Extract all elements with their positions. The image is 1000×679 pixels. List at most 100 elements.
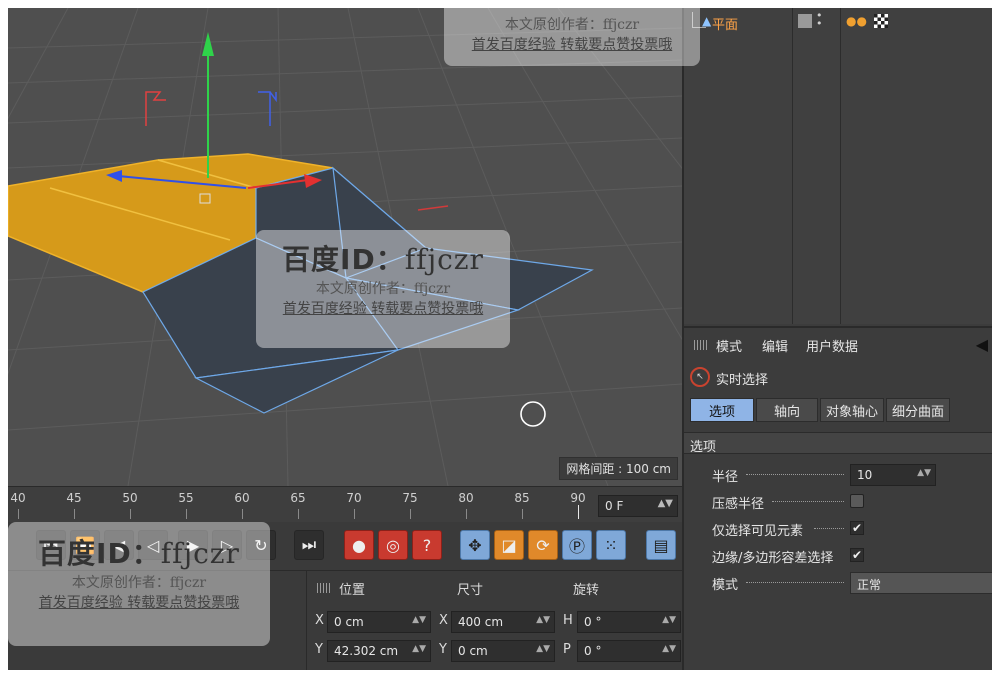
visible-only-checkbox[interactable]: ✔ — [850, 521, 864, 535]
mode-dropdown[interactable]: 正常 — [850, 572, 992, 594]
timeline[interactable]: 40 45 50 55 60 65 70 75 80 85 90 0 F ▲▼ — [8, 486, 682, 522]
tab-subdivision-surface[interactable]: 细分曲面 — [886, 398, 950, 422]
end-frame-field[interactable]: 0 F ▲▼ — [598, 495, 678, 517]
column-divider — [840, 8, 841, 324]
timeline-ruler[interactable]: 40 45 50 55 60 65 70 75 80 85 90 — [8, 487, 593, 523]
timeline-tick: 85 — [514, 491, 530, 505]
panel-grip-icon[interactable] — [694, 340, 708, 350]
spinner-icon[interactable]: ▲▼ — [917, 468, 931, 478]
key-point-level-icon[interactable]: ⁙ — [596, 530, 626, 560]
watermark-prefix: 百度ID： — [282, 243, 405, 276]
rot-p-field[interactable]: 0 ° ▲▼ — [577, 640, 681, 662]
record-keys-icon[interactable]: ● — [344, 530, 374, 560]
mode-label: 模式 — [712, 578, 739, 593]
cinema4d-window: 网格间距 : 100 cm 40 45 50 55 60 65 70 75 80… — [8, 8, 992, 670]
live-selection-icon: ↖ — [690, 367, 710, 387]
pos-y-label: Y — [315, 642, 323, 657]
column-divider — [792, 8, 793, 324]
right-panels: ▲ 平面 • • ●● 模式 编辑 用户数据 ◀ ↖ 实时选择 选项 轴向 对象… — [682, 8, 992, 670]
timeline-tick: 70 — [346, 491, 362, 505]
leader-dots — [814, 528, 844, 529]
auto-key-icon[interactable]: ◎ — [378, 530, 408, 560]
spinner-icon[interactable]: ▲▼ — [412, 615, 426, 625]
watermark-source: 首发百度经验 转载要点赞投票哦 — [282, 301, 484, 317]
tolerance-select-checkbox[interactable]: ✔ — [850, 548, 864, 562]
size-x-field[interactable]: 400 cm ▲▼ — [451, 611, 555, 633]
selection-brush-cursor — [520, 401, 546, 427]
object-manager[interactable]: ▲ 平面 • • ●● — [684, 8, 992, 324]
playhead[interactable] — [578, 505, 579, 519]
coordinate-manager: 位置 尺寸 旋转 X 0 cm ▲▼ X 400 cm ▲▼ H 0 ° ▲▼ Y 4… — [306, 570, 682, 670]
timeline-icon[interactable]: ▤ — [646, 530, 676, 560]
watermark-id: ffjczr — [160, 537, 240, 570]
size-y-label: Y — [439, 642, 447, 657]
timeline-tick: 60 — [234, 491, 250, 505]
pos-x-value: 0 cm — [334, 615, 364, 629]
spinner-icon[interactable]: ▲▼ — [536, 615, 550, 625]
watermark-title: 百度ID：ffjczr — [256, 238, 510, 278]
end-frame-value: 0 F — [605, 499, 624, 513]
attribute-manager: 模式 编辑 用户数据 ◀ ↖ 实时选择 选项 轴向 对象轴心 细分曲面 选项 半… — [684, 326, 992, 670]
leader-dots — [746, 474, 844, 475]
param-pressure-radius: 压感半径 — [684, 489, 992, 515]
menu-edit[interactable]: 编辑 — [762, 336, 788, 355]
tab-options[interactable]: 选项 — [690, 398, 754, 422]
watermark: 百度ID：ffjczr 本文原创作者：ffjczr 首发百度经验 转载要点赞投票… — [8, 522, 270, 646]
menu-user-data[interactable]: 用户数据 — [806, 336, 858, 355]
keyframe-selection-icon[interactable]: ? — [412, 530, 442, 560]
phong-tag-icon[interactable]: ●● — [846, 14, 867, 28]
tolerance-select-label: 边缘/多边形容差选择 — [712, 551, 834, 566]
key-position-icon[interactable]: ✥ — [460, 530, 490, 560]
size-header: 尺寸 — [457, 583, 484, 598]
visibility-dots-icon[interactable]: • • — [816, 10, 823, 29]
leader-dots — [772, 501, 844, 502]
tab-object-axis[interactable]: 对象轴心 — [820, 398, 884, 422]
pos-y-value: 42.302 cm — [334, 644, 399, 658]
tick-mark — [18, 509, 19, 519]
menu-mode[interactable]: 模式 — [716, 336, 742, 355]
key-rotation-icon[interactable]: ⟳ — [528, 530, 558, 560]
param-radius: 半径 10 ▲▼ — [684, 462, 992, 488]
watermark-title: 百度ID：ffjczr — [8, 532, 270, 572]
watermark-source: 首发百度经验 转载要点赞投票哦 — [471, 37, 673, 53]
back-arrow-icon[interactable]: ◀ — [976, 335, 988, 354]
spinner-icon[interactable]: ▲▼ — [658, 498, 673, 509]
tick-mark — [522, 509, 523, 519]
pressure-radius-label: 压感半径 — [712, 497, 765, 512]
pos-x-field[interactable]: 0 cm ▲▼ — [327, 611, 431, 633]
rot-p-value: 0 ° — [584, 644, 602, 658]
watermark: 本文原创作者：ffjczr 首发百度经验 转载要点赞投票哦 — [444, 8, 700, 66]
rot-p-label: P — [563, 642, 571, 657]
panel-grip-icon[interactable] — [317, 583, 331, 593]
param-visible-only: 仅选择可见元素 ✔ — [684, 516, 992, 542]
section-title: 选项 — [684, 432, 992, 455]
radius-value: 10 — [857, 468, 873, 482]
tab-axis[interactable]: 轴向 — [756, 398, 818, 422]
size-y-value: 0 cm — [458, 644, 488, 658]
param-tolerance-select: 边缘/多边形容差选择 ✔ — [684, 543, 992, 569]
rotation-header: 旋转 — [573, 583, 600, 598]
pos-y-field[interactable]: 42.302 cm ▲▼ — [327, 640, 431, 662]
param-mode: 模式 正常 — [684, 570, 992, 596]
object-name-plane[interactable]: 平面 — [712, 14, 738, 33]
xy-plane-handle-icon[interactable] — [145, 91, 166, 126]
layer-icon[interactable] — [798, 14, 812, 28]
timeline-tick: 40 — [10, 491, 26, 505]
go-to-end-icon[interactable]: ⏭ — [294, 530, 324, 560]
yz-plane-handle-icon[interactable] — [258, 91, 277, 126]
tick-mark — [74, 509, 75, 519]
spinner-icon[interactable]: ▲▼ — [662, 644, 676, 654]
tick-mark — [130, 509, 131, 519]
pressure-radius-checkbox[interactable] — [850, 494, 864, 508]
spinner-icon[interactable]: ▲▼ — [412, 644, 426, 654]
radius-field[interactable]: 10 ▲▼ — [850, 464, 936, 486]
key-parameter-icon[interactable]: Ⓟ — [562, 530, 592, 560]
size-y-field[interactable]: 0 cm ▲▼ — [451, 640, 555, 662]
visible-only-label: 仅选择可见元素 — [712, 524, 804, 539]
timeline-tick: 65 — [290, 491, 306, 505]
rot-h-field[interactable]: 0 ° ▲▼ — [577, 611, 681, 633]
texture-tag-icon[interactable] — [874, 14, 888, 28]
key-scale-icon[interactable]: ◪ — [494, 530, 524, 560]
spinner-icon[interactable]: ▲▼ — [662, 615, 676, 625]
spinner-icon[interactable]: ▲▼ — [536, 644, 550, 654]
